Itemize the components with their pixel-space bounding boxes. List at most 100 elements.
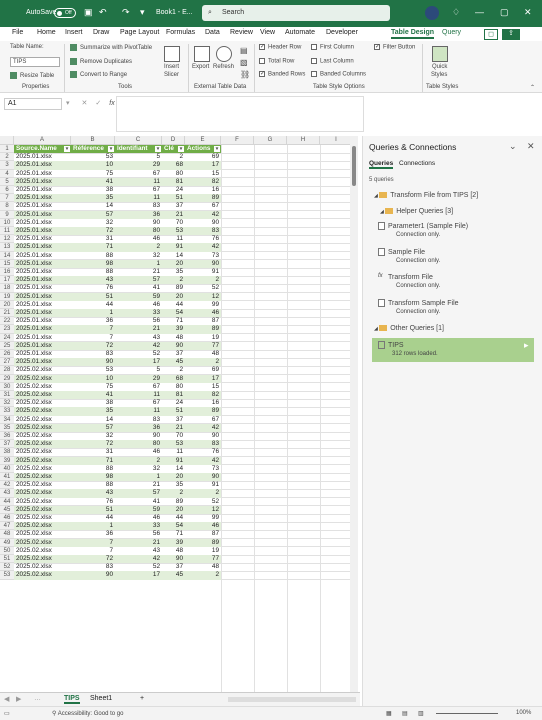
table-cell[interactable]: 10 <box>71 374 115 383</box>
table-cell[interactable]: 52 <box>185 498 221 506</box>
enter-icon[interactable]: ✓ <box>95 100 101 107</box>
table-cell[interactable]: 48 <box>185 350 221 358</box>
vertical-scrollbar[interactable] <box>350 136 358 692</box>
table-cell[interactable]: 41 <box>71 177 115 186</box>
table-cell[interactable]: 35 <box>162 481 185 489</box>
table-cell[interactable]: 77 <box>185 341 221 350</box>
table-cell[interactable]: 56 <box>115 530 162 538</box>
row-header[interactable]: 39 <box>0 456 14 465</box>
table-cell[interactable]: 2025.01.xlsx <box>14 194 71 203</box>
last-column-checkbox[interactable]: Last Column <box>311 58 354 65</box>
insert-slicer-label-1[interactable]: Insert <box>164 64 179 70</box>
query-group[interactable]: ◢ Other Queries [1] <box>374 325 444 332</box>
avatar[interactable] <box>425 6 439 20</box>
table-cell[interactable]: 76 <box>71 284 115 292</box>
table-cell[interactable]: 53 <box>71 153 115 161</box>
table-cell[interactable]: 7 <box>71 538 115 547</box>
column-header[interactable]: E <box>185 136 221 145</box>
table-cell[interactable]: 43 <box>115 334 162 342</box>
table-cell[interactable]: 35 <box>162 268 185 276</box>
table-cell[interactable]: 80 <box>115 440 162 449</box>
insert-slicer-label-2[interactable]: Slicer <box>164 72 179 78</box>
table-cell[interactable]: 2025.02.xlsx <box>14 530 71 538</box>
table-cell[interactable]: 31 <box>71 235 115 243</box>
quick-styles-icon[interactable] <box>432 46 448 62</box>
table-cell[interactable]: 46 <box>115 514 162 522</box>
table-cell[interactable]: 38 <box>71 399 115 407</box>
table-cell[interactable]: 57 <box>71 423 115 432</box>
table-cell[interactable]: 75 <box>71 170 115 178</box>
table-cell[interactable]: 88 <box>71 252 115 260</box>
table-cell[interactable]: 2025.01.xlsx <box>14 161 71 170</box>
table-cell[interactable]: 42 <box>185 456 221 465</box>
table-cell[interactable]: 14 <box>71 202 115 210</box>
table-cell[interactable]: 2025.01.xlsx <box>14 202 71 210</box>
table-cell[interactable]: 59 <box>115 505 162 514</box>
sheet-more-icon[interactable]: … <box>34 695 41 702</box>
table-cell[interactable]: 99 <box>185 301 221 309</box>
header-row-checkbox[interactable]: ✓ Header Row <box>259 44 301 51</box>
table-cell[interactable]: 82 <box>185 391 221 400</box>
table-cell[interactable]: 2025.01.xlsx <box>14 276 71 285</box>
table-cell[interactable]: 71 <box>162 317 185 325</box>
row-header[interactable]: 27 <box>0 358 14 367</box>
table-cell[interactable]: 70 <box>162 219 185 227</box>
row-header[interactable]: 7 <box>0 194 14 203</box>
banded-columns-checkbox[interactable]: Banded Columns <box>311 71 366 78</box>
table-header-cell[interactable]: Clé ▾ <box>162 145 185 154</box>
table-header-cell[interactable]: Source.Name ▾ <box>14 145 71 154</box>
table-cell[interactable]: 52 <box>115 563 162 571</box>
row-header[interactable]: 23 <box>0 325 14 334</box>
row-header[interactable]: 46 <box>0 514 14 523</box>
table-cell[interactable]: 2025.01.xlsx <box>14 259 71 268</box>
table-cell[interactable]: 11 <box>115 391 162 400</box>
table-cell[interactable]: 2025.01.xlsx <box>14 341 71 350</box>
table-cell[interactable]: 51 <box>162 407 185 416</box>
table-cell[interactable]: 2 <box>185 358 221 367</box>
table-cell[interactable]: 43 <box>115 547 162 555</box>
tab-developer[interactable]: Developer <box>326 29 358 36</box>
row-header[interactable]: 18 <box>0 284 14 293</box>
table-cell[interactable]: 44 <box>162 301 185 309</box>
share-button[interactable]: ⇪ <box>502 29 520 40</box>
table-cell[interactable]: 70 <box>162 432 185 440</box>
table-cell[interactable]: 32 <box>71 432 115 440</box>
table-cell[interactable]: 37 <box>162 416 185 424</box>
table-cell[interactable]: 87 <box>185 530 221 538</box>
table-cell[interactable]: 41 <box>115 498 162 506</box>
row-header[interactable]: 20 <box>0 300 14 309</box>
table-cell[interactable]: 2025.02.xlsx <box>14 407 71 416</box>
lightbulb-icon[interactable]: ♢ <box>452 7 460 18</box>
table-cell[interactable]: 91 <box>162 243 185 252</box>
table-header-cell[interactable]: Référence ▾ <box>71 145 115 154</box>
table-cell[interactable]: 44 <box>71 301 115 309</box>
search-box[interactable]: ⌕ Search <box>202 5 390 21</box>
table-cell[interactable]: 46 <box>115 448 162 456</box>
table-cell[interactable]: 72 <box>71 555 115 564</box>
open-browser-icon[interactable]: ▧ <box>240 58 248 67</box>
table-cell[interactable]: 32 <box>71 219 115 227</box>
table-cell[interactable]: 2025.01.xlsx <box>14 268 71 276</box>
table-cell[interactable]: 2025.02.xlsx <box>14 547 71 555</box>
table-cell[interactable]: 11 <box>115 177 162 186</box>
table-cell[interactable]: 90 <box>185 259 221 268</box>
table-cell[interactable]: 81 <box>162 391 185 400</box>
row-header[interactable]: 24 <box>0 333 14 342</box>
table-cell[interactable]: 89 <box>185 538 221 547</box>
filter-dropdown-icon[interactable]: ▾ <box>108 146 114 152</box>
table-cell[interactable]: 39 <box>162 538 185 547</box>
row-header[interactable]: 43 <box>0 489 14 498</box>
table-cell[interactable]: 2025.01.xlsx <box>14 235 71 243</box>
table-cell[interactable]: 44 <box>71 514 115 522</box>
table-cell[interactable]: 10 <box>71 161 115 170</box>
table-cell[interactable]: 35 <box>71 194 115 203</box>
table-cell[interactable]: 42 <box>185 243 221 252</box>
sheet-tab-sheet1[interactable]: Sheet1 <box>90 695 112 702</box>
tab-query[interactable]: Query <box>442 29 461 36</box>
redo-icon[interactable]: ↷ <box>122 7 130 18</box>
table-cell[interactable]: 57 <box>115 276 162 285</box>
table-cell[interactable]: 2025.01.xlsx <box>14 219 71 227</box>
table-cell[interactable]: 80 <box>115 227 162 236</box>
table-cell[interactable]: 37 <box>162 563 185 571</box>
table-cell[interactable]: 21 <box>162 210 185 219</box>
